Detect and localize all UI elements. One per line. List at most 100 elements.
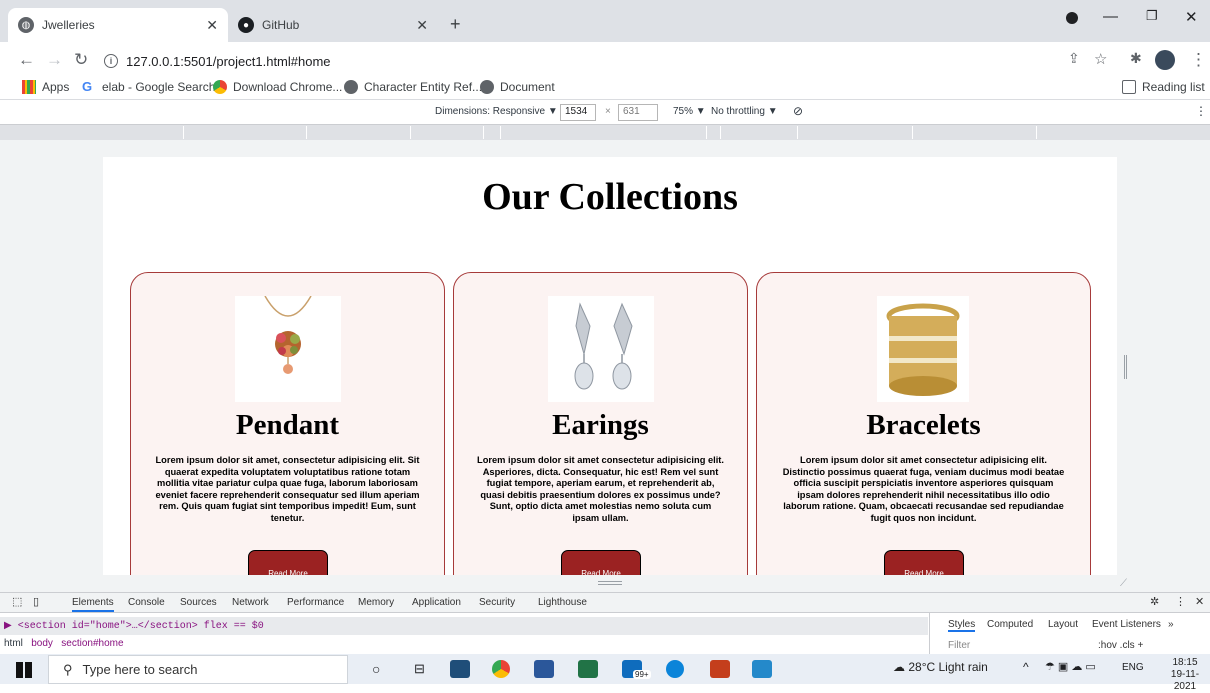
clock[interactable]: 18:15 19-11-2021 — [1160, 657, 1210, 693]
device-mode-icon[interactable]: ▯ — [33, 595, 39, 608]
styles-filter-tools[interactable]: :hov .cls + — [1098, 640, 1143, 651]
info-icon[interactable]: i — [104, 54, 118, 68]
edge-icon[interactable] — [666, 660, 684, 678]
excel-icon[interactable] — [578, 660, 598, 678]
notification-badge: 99+ — [633, 670, 651, 679]
taskbar-search[interactable]: ⚲ Type here to search — [48, 655, 348, 684]
back-icon[interactable]: ← — [18, 50, 35, 70]
bookmark-download-chrome[interactable]: Download Chrome... — [213, 80, 342, 94]
bookmark-apps[interactable]: Apps — [22, 80, 69, 94]
read-more-button[interactable]: Read More — [884, 550, 964, 575]
read-more-button[interactable]: Read More — [561, 550, 641, 575]
inspect-icon[interactable]: ⬚ — [12, 595, 22, 608]
tab-github[interactable]: ● GitHub ✕ — [228, 8, 438, 42]
tray-chevron-icon[interactable]: ^ — [1023, 660, 1029, 674]
menu-icon[interactable]: ⋮ — [1190, 50, 1207, 70]
tab-elements[interactable]: Elements — [72, 597, 114, 612]
tab-memory[interactable]: Memory — [358, 597, 394, 608]
globe-icon — [480, 80, 494, 94]
google-icon: G — [82, 78, 93, 94]
new-tab-button[interactable]: + — [450, 14, 461, 35]
web-page: Our Collections Pendant Lorem ipsum dolo… — [103, 157, 1117, 575]
resize-handle-right[interactable] — [1124, 355, 1127, 379]
windows-start-icon[interactable] — [16, 662, 32, 678]
height-input[interactable]: 631 — [618, 104, 658, 121]
chrome-taskbar-icon[interactable] — [492, 660, 510, 678]
url-text: 127.0.0.1:5501/project1.html#home — [126, 53, 331, 69]
tab-security[interactable]: Security — [479, 597, 515, 608]
globe-icon — [344, 80, 358, 94]
resize-handle-bottom[interactable] — [598, 581, 622, 585]
reload-icon[interactable]: ↻ — [74, 50, 88, 70]
collection-card-earings: Earings Lorem ipsum dolor sit amet conse… — [453, 272, 748, 575]
media-query-ruler[interactable] — [0, 125, 1210, 140]
bookmark-document[interactable]: Document — [480, 80, 555, 94]
tab-lighthouse[interactable]: Lighthouse — [538, 597, 587, 608]
card-title: Earings — [552, 409, 649, 441]
dimensions-dropdown[interactable]: Dimensions: Responsive ▼ — [435, 106, 558, 117]
ruler-tick — [500, 126, 501, 139]
word-icon[interactable] — [534, 660, 554, 678]
card-title: Bracelets — [866, 409, 981, 441]
resize-corner-icon[interactable]: ⟋ — [1120, 578, 1127, 589]
breadcrumb-body[interactable]: body — [31, 638, 53, 649]
tab-label: Jwelleries — [42, 18, 95, 32]
tab-console[interactable]: Console — [128, 597, 165, 608]
ruler-tick — [483, 126, 484, 139]
tab-jwelleries[interactable]: ◍ Jwelleries ✕ — [8, 8, 228, 42]
bookmark-character-entity[interactable]: Character Entity Ref... — [344, 80, 482, 94]
store-icon[interactable] — [450, 660, 470, 678]
search-icon: ⚲ — [63, 661, 73, 677]
settings-gear-icon[interactable]: ✲ — [1150, 595, 1159, 608]
language-indicator[interactable]: ENG — [1122, 662, 1144, 673]
pendant-image — [235, 295, 341, 402]
more-tabs-icon[interactable]: » — [1168, 619, 1174, 630]
window-close-icon[interactable]: ✕ — [1185, 8, 1198, 26]
devtools-close-icon[interactable]: ✕ — [1195, 595, 1204, 608]
tray-icons[interactable]: ☂ ▣ ☁ ▭ — [1045, 660, 1096, 673]
powerpoint-icon[interactable] — [710, 660, 730, 678]
devtools-more-icon[interactable]: ⋮ — [1175, 595, 1186, 608]
extensions-icon[interactable]: ✱ — [1130, 50, 1142, 67]
profile-dot-icon[interactable] — [1066, 12, 1078, 24]
breadcrumb-section[interactable]: section#home — [61, 638, 123, 649]
ruler-tick — [183, 126, 184, 139]
tab-styles[interactable]: Styles — [948, 619, 976, 632]
read-more-button[interactable]: Read More — [248, 550, 328, 575]
chrome-icon — [213, 80, 227, 94]
address-bar[interactable]: i 127.0.0.1:5501/project1.html#home — [104, 49, 1054, 73]
weather-widget[interactable]: ☁ 28°C Light rain — [893, 660, 988, 674]
tab-event-listeners[interactable]: Event Listeners — [1092, 619, 1161, 630]
restore-icon[interactable]: ❐ — [1146, 8, 1158, 24]
reading-list-button[interactable]: Reading list — [1122, 80, 1205, 94]
tab-application[interactable]: Application — [412, 597, 461, 608]
vscode-icon[interactable] — [752, 660, 772, 678]
tab-layout[interactable]: Layout — [1048, 619, 1078, 630]
device-more-icon[interactable]: ⋮ — [1195, 104, 1207, 118]
page-title: Our Collections — [482, 176, 738, 218]
tab-network[interactable]: Network — [232, 597, 269, 608]
width-input[interactable]: 1534 — [560, 104, 596, 121]
styles-filter-input[interactable]: Filter — [948, 640, 970, 651]
cortana-icon[interactable]: ○ — [372, 661, 380, 677]
share-icon[interactable]: ⇪ — [1068, 50, 1080, 67]
close-icon[interactable]: ✕ — [206, 17, 218, 34]
breadcrumb-html[interactable]: html — [4, 638, 23, 649]
card-text: Lorem ipsum dolor sit amet consectetur a… — [477, 455, 724, 523]
task-view-icon[interactable]: ⊟ — [414, 661, 425, 677]
rotate-icon[interactable]: ⊘ — [793, 104, 803, 118]
throttling-dropdown[interactable]: No throttling ▼ — [711, 106, 778, 117]
tab-performance[interactable]: Performance — [287, 597, 344, 608]
zoom-dropdown[interactable]: 75% ▼ — [673, 106, 706, 117]
tab-sources[interactable]: Sources — [180, 597, 217, 608]
ruler-tick — [720, 126, 721, 139]
avatar[interactable] — [1155, 50, 1175, 70]
bookmark-elab[interactable]: G elab - Google Search — [82, 78, 215, 95]
ruler-tick — [410, 126, 411, 139]
dom-selected-node[interactable]: ▶ <section id="home">…</section> flex ==… — [0, 617, 928, 635]
tab-computed[interactable]: Computed — [987, 619, 1033, 630]
forward-icon[interactable]: → — [46, 50, 63, 70]
close-icon[interactable]: ✕ — [416, 17, 428, 34]
star-icon[interactable]: ☆ — [1094, 50, 1107, 68]
minimize-icon[interactable]: — — [1103, 8, 1118, 25]
